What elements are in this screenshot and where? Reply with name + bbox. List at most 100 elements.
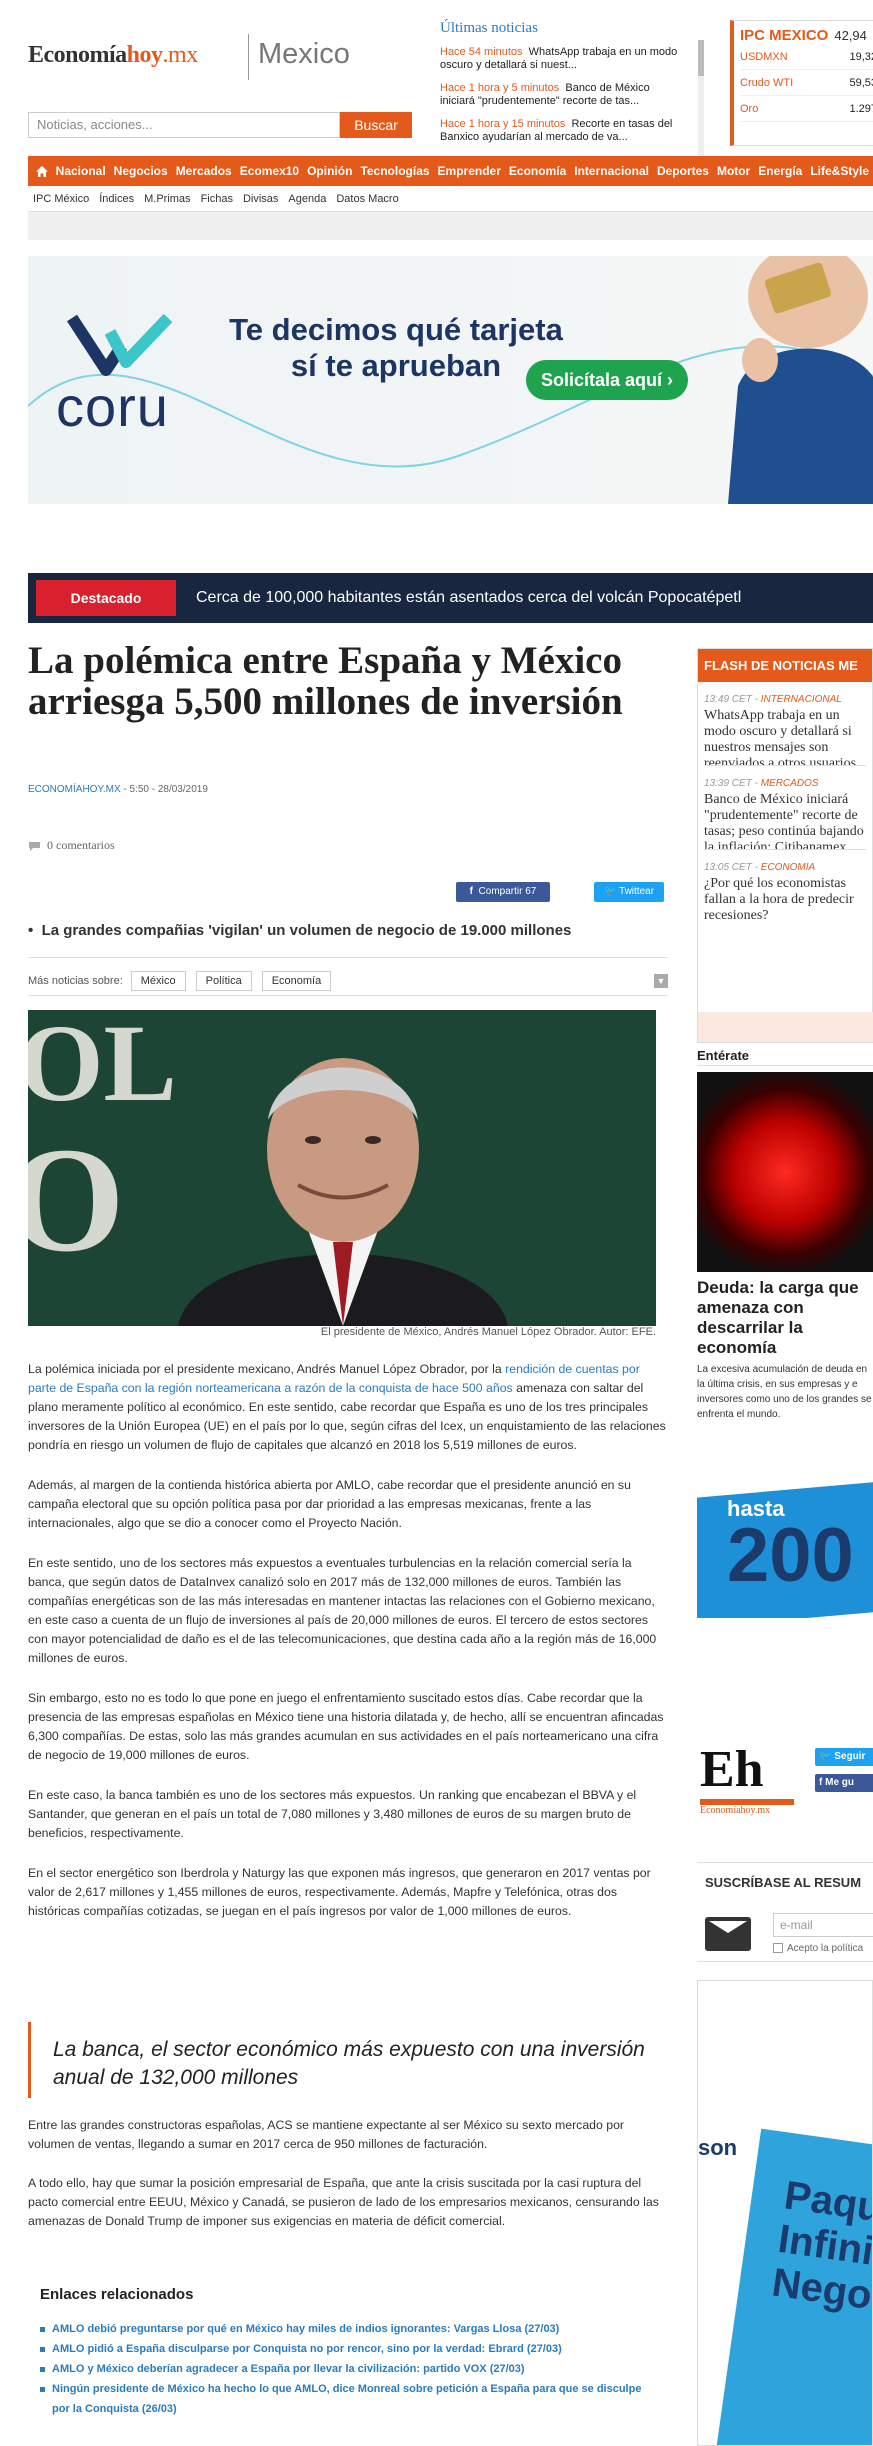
tag-link[interactable]: Economía: [261, 970, 332, 991]
svg-text:OL: OL: [28, 1010, 177, 1124]
market-row[interactable]: Oro1.297: [740, 96, 873, 122]
checkbox[interactable]: [773, 1943, 783, 1954]
featured-label: Destacado: [36, 580, 176, 616]
paragraph: En el sector energético son Iberdrola y …: [28, 1866, 651, 1918]
comments-link[interactable]: 0 comentarios: [28, 838, 115, 853]
search-button[interactable]: Buscar: [340, 112, 412, 138]
logo-divider: [248, 34, 249, 80]
related-link[interactable]: AMLO debió preguntarse por qué en México…: [40, 2319, 660, 2339]
tag-link[interactable]: México: [130, 970, 186, 991]
nav-item[interactable]: Life&Style: [806, 164, 873, 178]
newsletter-title: SUSCRÍBASE AL RESUM: [705, 1875, 862, 1890]
paragraph: La polémica iniciada por el presidente m…: [28, 1362, 666, 1452]
nav-item[interactable]: Negocios: [110, 164, 172, 178]
flash-news-footer[interactable]: [698, 1012, 873, 1042]
sidebar-ad[interactable]: hasta 200: [697, 1448, 873, 1618]
subnav-item[interactable]: Divisas: [238, 193, 283, 205]
enterate-image[interactable]: [697, 1072, 873, 1272]
article-byline: ECONOMÍAHOY.MX - 5:50 - 28/03/2019: [28, 784, 208, 795]
twitter-icon: 🐦: [603, 886, 617, 897]
subnav-item[interactable]: Datos Macro: [331, 193, 403, 205]
photo-caption: El presidente de México, Andrés Manuel L…: [320, 1326, 656, 1338]
related-link[interactable]: AMLO y México deberían agradecer a Españ…: [40, 2359, 660, 2379]
subnav-item[interactable]: Agenda: [283, 193, 331, 205]
latest-news-list: Hace 54 minutos WhatsApp trabaja en un m…: [440, 46, 680, 154]
article-source[interactable]: ECONOMÍAHOY.MX: [28, 784, 121, 795]
sidebar-ad-2[interactable]: son Paque Infini Nego: [697, 1980, 873, 2446]
ad-strip: [28, 212, 873, 240]
enterate-title: Entérate: [697, 1048, 873, 1066]
subnav-item[interactable]: IPC México: [28, 193, 94, 205]
list-item[interactable]: 13:49 CET - INTERNACIONAL WhatsApp traba…: [704, 694, 866, 766]
nav-item[interactable]: Ecomex10: [236, 164, 303, 178]
brand-logo[interactable]: Eh Economíahoy.mx: [700, 1740, 800, 1840]
related-link[interactable]: AMLO pidió a España disculparse por Conq…: [40, 2339, 660, 2359]
sub-nav: IPC México Índices M.Primas Fichas Divis…: [28, 186, 873, 212]
facebook-icon: f: [469, 886, 473, 897]
email-field[interactable]: e-mail: [773, 1913, 873, 1937]
flash-news-widget: FLASH DE NOTICIAS ME 13:49 CET - INTERNA…: [697, 648, 873, 1043]
home-icon[interactable]: [32, 156, 52, 186]
list-item[interactable]: Hace 1 hora y 15 minutos Recorte en tasa…: [440, 118, 680, 146]
nav-item[interactable]: Nacional: [52, 164, 110, 178]
nav-item[interactable]: Motor: [713, 164, 754, 178]
subnav-item[interactable]: M.Primas: [139, 193, 195, 205]
logo-accent: hoy: [126, 42, 163, 68]
privacy-checkbox[interactable]: Acepto la política: [773, 1943, 863, 1954]
market-row[interactable]: Crudo WTI59,53: [740, 70, 873, 96]
banner-cta-button[interactable]: Solicítala aquí ›: [526, 360, 688, 400]
chevron-down-icon[interactable]: ▼: [654, 973, 668, 988]
facebook-share-button[interactable]: f Compartir 67: [456, 882, 550, 902]
nav-item[interactable]: Opinión: [303, 164, 356, 178]
nav-item[interactable]: Economía: [505, 164, 570, 178]
main-nav: Nacional Negocios Mercados Ecomex10 Opin…: [28, 156, 873, 186]
paragraph: En este caso, la banca también es uno de…: [28, 1788, 637, 1840]
article-body-continued: Entre las grandes constructoras española…: [28, 2116, 668, 2251]
twitter-share-button[interactable]: 🐦 Twittear: [594, 882, 664, 902]
related-title: Enlaces relacionados: [40, 2286, 194, 2303]
article-body: La polémica iniciada por el presidente m…: [28, 1360, 668, 1942]
enterate-desc: La excesiva acumulación de deuda en la ú…: [697, 1364, 872, 1420]
twitter-follow-button[interactable]: 🐦 Seguir: [815, 1748, 873, 1766]
edition-label[interactable]: Mexico: [258, 38, 350, 71]
related-link[interactable]: Ningún presidente de México ha hecho lo …: [40, 2379, 660, 2419]
nav-item[interactable]: Emprender: [434, 164, 505, 178]
nav-item[interactable]: Mercados: [172, 164, 236, 178]
nav-item[interactable]: Deportes: [653, 164, 713, 178]
tags-label: Más noticias sobre:: [28, 974, 123, 987]
tag-link[interactable]: Política: [195, 970, 252, 991]
banner-person-image: [728, 256, 873, 504]
facebook-like-button[interactable]: f Me gu: [815, 1774, 873, 1792]
twitter-icon: 🐦: [819, 1751, 832, 1762]
article-lead: • La grandes compañias 'vigilan' un volu…: [28, 922, 668, 958]
scrollbar-thumb[interactable]: [698, 40, 704, 76]
banner-headline: Te decimos qué tarjeta sí te aprueban: [229, 312, 563, 383]
list-item[interactable]: 13:39 CET - MERCADOS Banco de México ini…: [704, 778, 866, 850]
market-title[interactable]: IPC MEXICO 42,94: [740, 27, 873, 44]
list-item[interactable]: 13:05 CET - ECONOMÍA ¿Por qué los econom…: [704, 862, 866, 934]
enterate-headline[interactable]: Deuda: la carga que amenaza con descarri…: [697, 1278, 873, 1358]
market-row[interactable]: USDMXN19,32: [740, 44, 873, 70]
list-item[interactable]: Hace 54 minutos WhatsApp trabaja en un m…: [440, 46, 680, 74]
paragraph: Entre las grandes constructoras española…: [28, 2118, 625, 2151]
featured-link[interactable]: Cerca de 100,000 habitantes están asenta…: [196, 589, 741, 607]
paragraph: En este sentido, uno de los sectores más…: [28, 1556, 657, 1665]
banner-brand: coru: [56, 375, 169, 438]
latest-news-scrollbar[interactable]: [698, 40, 704, 158]
svg-text:O: O: [28, 1117, 125, 1283]
ad-banner[interactable]: coru Te decimos qué tarjeta sí te aprueb…: [28, 256, 873, 504]
president-image: OL O: [28, 1010, 656, 1326]
paragraph: Además, al margen de la contienda histór…: [28, 1478, 631, 1530]
subnav-item[interactable]: Fichas: [196, 193, 238, 205]
paragraph: Sin embargo, esto no es todo lo que pone…: [28, 1691, 664, 1762]
subnav-item[interactable]: Índices: [94, 193, 139, 205]
search-input[interactable]: Noticias, acciones...: [28, 112, 340, 138]
ad-text: 200: [727, 1513, 854, 1598]
article-photo: OL O: [28, 1010, 656, 1326]
nav-item[interactable]: Energía: [754, 164, 806, 178]
site-logo[interactable]: Economíahoy.mx: [28, 42, 198, 69]
nav-item[interactable]: Tecnologías: [356, 164, 433, 178]
list-item[interactable]: Hace 1 hora y 5 minutos Banco de México …: [440, 82, 680, 110]
paragraph: A todo ello, hay que sumar la posición e…: [28, 2176, 659, 2228]
nav-item[interactable]: Internacional: [570, 164, 653, 178]
